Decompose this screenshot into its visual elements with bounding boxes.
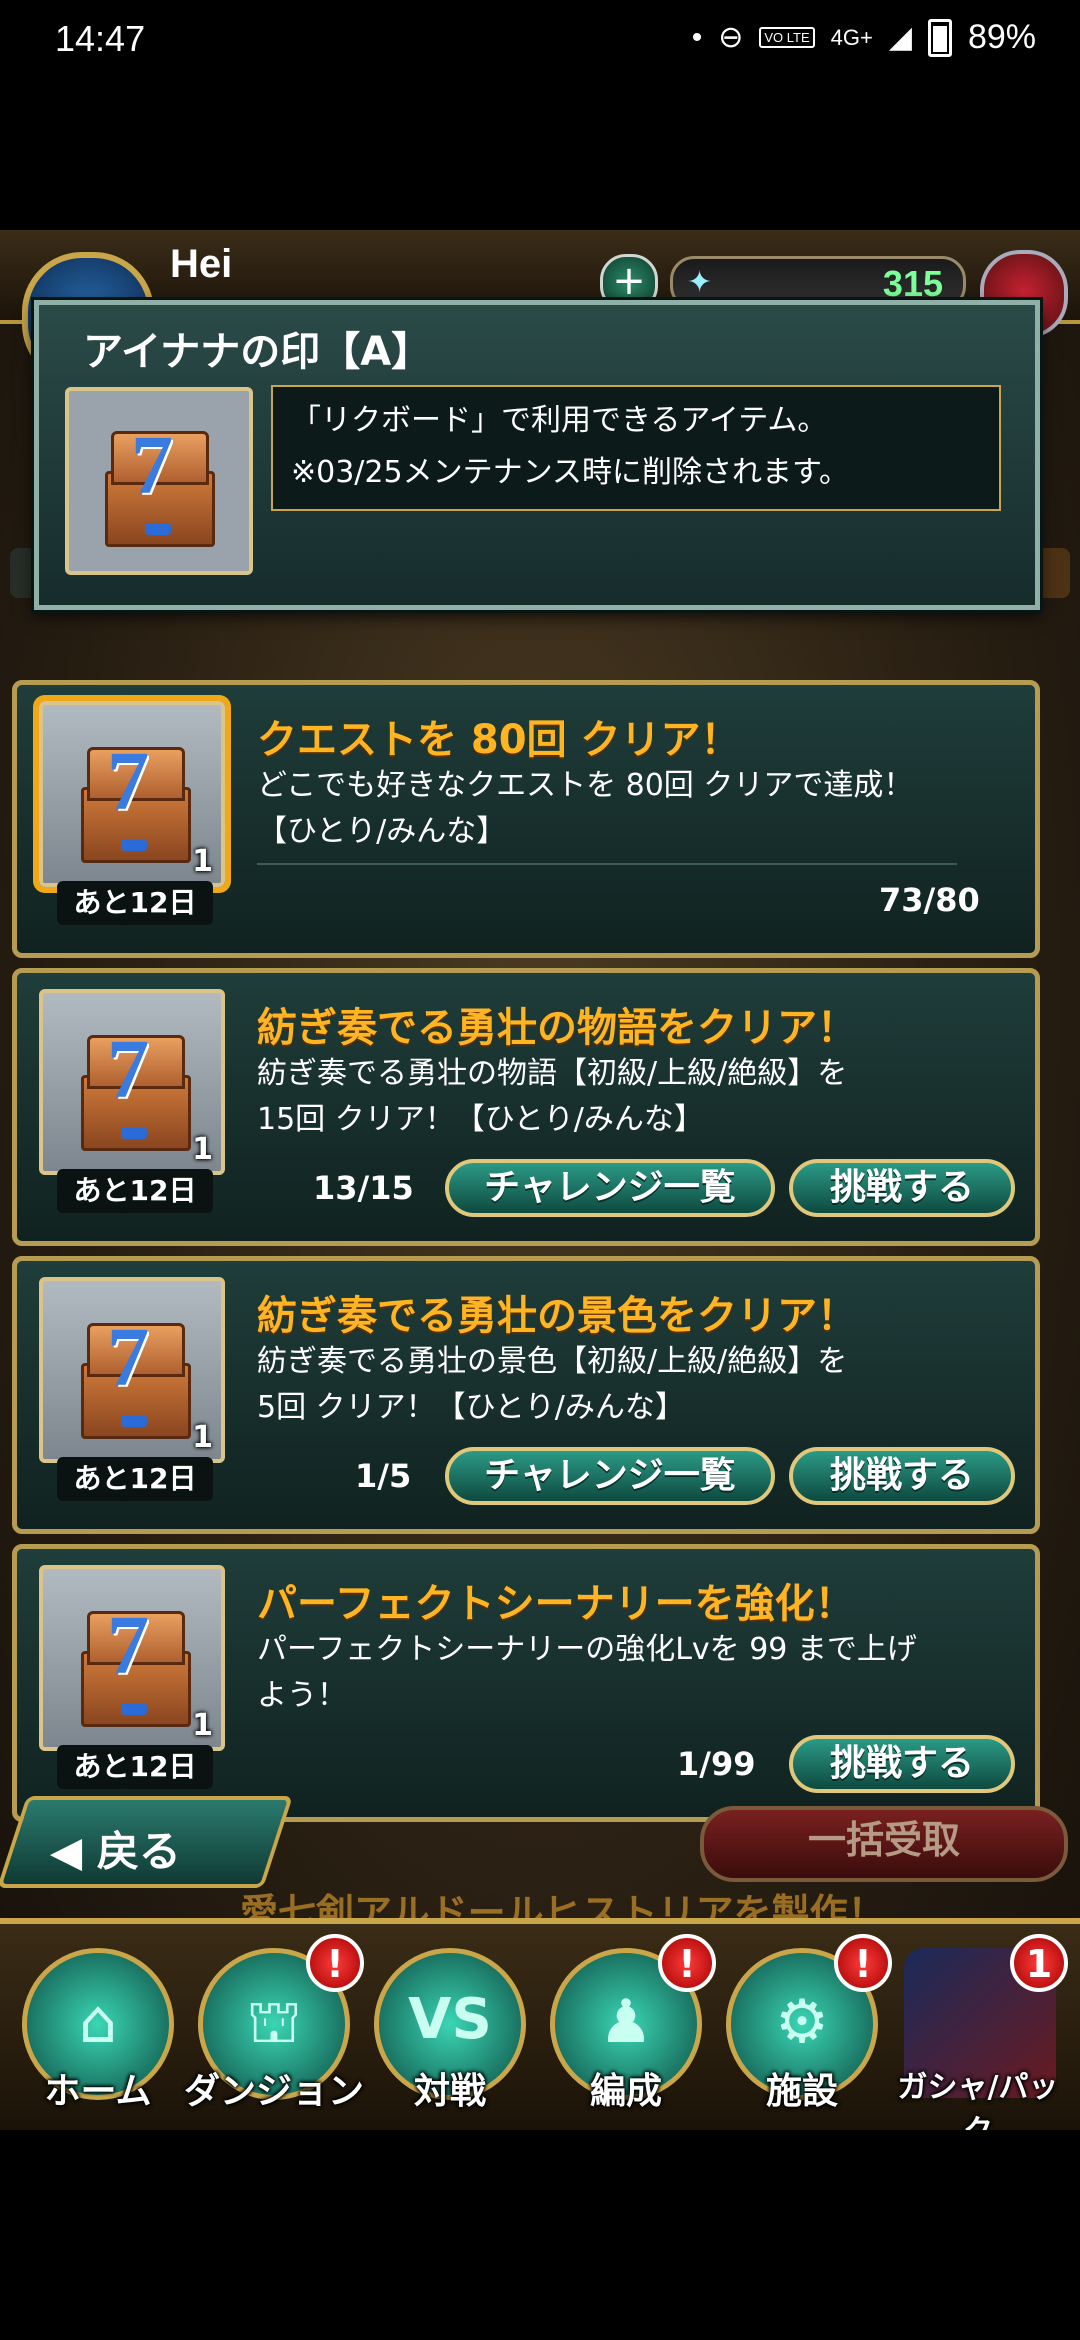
seven-chest-icon: 7	[105, 419, 215, 547]
battery-percent: 89%	[967, 18, 1036, 56]
days-remaining: あと12日	[57, 1169, 213, 1213]
mission-desc-line: 【ひとり/みんな】	[257, 814, 507, 849]
mission-progress: 1/99	[677, 1745, 756, 1783]
tooltip-desc-line: 「リクボード」で利用できるアイテム。	[291, 403, 828, 438]
item-tooltip: アイナナの印【A】 7 「リクボード」で利用できるアイテム。 ※03/25メンテ…	[34, 300, 1040, 610]
reward-item-icon[interactable]: 7 1	[39, 1565, 225, 1751]
player-name: Hei	[170, 242, 233, 286]
nav-home-label: ホーム	[44, 2071, 152, 2112]
network-type-icon: 4G+	[830, 24, 873, 50]
notification-dot-icon: •	[691, 20, 703, 54]
mission-card: 7 1 あと12日 クエストを 80回 クリア！ どこでも好きなクエストを 80…	[12, 680, 1040, 958]
seven-chest-icon: 7	[81, 1023, 191, 1151]
nav-battle[interactable]: VS 対戦	[366, 1938, 534, 2128]
nav-battle-label: 対戦	[413, 2071, 486, 2112]
mission-progress: 73/80	[879, 881, 980, 919]
back-button[interactable]: ◀ 戻る	[0, 1796, 293, 1888]
status-bar: 14:47 • ⊖ VO LTE 4G+ ◢ 89%	[0, 0, 1080, 84]
mission-progress: 1/5	[355, 1457, 412, 1495]
reward-item-icon[interactable]: 7 1	[39, 1277, 225, 1463]
mission-card: 7 1 あと12日 パーフェクトシーナリーを強化！ パーフェクトシーナリーの強化…	[12, 1544, 1040, 1822]
tooltip-title: アイナナの印【A】	[83, 329, 432, 375]
attempt-button[interactable]: 挑戦する	[789, 1159, 1015, 1217]
tooltip-desc-line: ※03/25メンテナンス時に削除されます。	[291, 455, 849, 490]
reward-item-icon[interactable]: 7 1	[39, 989, 225, 1175]
mission-title: 紡ぎ奏でる勇壮の景色をクリア！	[257, 1293, 857, 1339]
attempt-button[interactable]: 挑戦する	[789, 1735, 1015, 1793]
gem-count: 315	[882, 263, 943, 304]
mission-desc-line: どこでも好きなクエストを 80回 クリアで達成！	[257, 768, 914, 803]
bottom-actions: 愛七剣アルドールヒストリアを製作！ ◀ 戻る 一括受取	[0, 1790, 1080, 1935]
bottom-navigation: ⌂ ホーム ⛫ ! ダンジョン VS 対戦 ♟ ! 編成 ⚙ ! 施設 1 ガシ…	[0, 1918, 1080, 2130]
mission-desc-line: 15回 クリア！【ひとり/みんな】	[257, 1102, 704, 1137]
days-remaining: あと12日	[57, 1457, 213, 1501]
status-time: 14:47	[55, 18, 146, 59]
nav-facility[interactable]: ⚙ ! 施設	[718, 1934, 892, 2128]
seven-chest-icon: 7	[81, 1311, 191, 1439]
nav-facility-label: 施設	[765, 2071, 838, 2112]
mission-card: 7 1 あと12日 紡ぎ奏でる勇壮の景色をクリア！ 紡ぎ奏でる勇壮の景色【初級/…	[12, 1256, 1040, 1534]
nav-formation-label: 編成	[589, 2071, 662, 2112]
gem-icon: ✦	[687, 265, 713, 300]
alert-badge: !	[306, 1934, 364, 1992]
reward-item-icon[interactable]: 7 1	[39, 701, 225, 887]
nav-formation[interactable]: ♟ ! 編成	[542, 1934, 716, 2128]
mission-desc-line: 紡ぎ奏でる勇壮の物語【初級/上級/絶級】を	[257, 1056, 848, 1091]
mission-desc-line: 紡ぎ奏でる勇壮の景色【初級/上級/絶級】を	[257, 1344, 848, 1379]
attempt-button[interactable]: 挑戦する	[789, 1447, 1015, 1505]
game-screen: Hei + ✦ 315 Rank 7 1 あと12日 クエストを 80回 クリア…	[0, 230, 1080, 2130]
volte-icon: VO LTE	[759, 27, 815, 48]
bulk-receive-button[interactable]: 一括受取	[700, 1806, 1068, 1882]
back-button-label: 戻る	[96, 1827, 181, 1876]
mission-desc-line: パーフェクトシーナリーの強化Lvを 99 まで上げ	[257, 1632, 917, 1667]
do-not-disturb-icon: ⊖	[718, 21, 744, 54]
count-badge: 1	[1010, 1934, 1068, 1992]
alert-badge: !	[834, 1934, 892, 1992]
nav-home[interactable]: ⌂ ホーム	[14, 1938, 182, 2128]
mission-title: 紡ぎ奏でる勇壮の物語をクリア！	[257, 1005, 857, 1051]
mission-title: クエストを 80回 クリア！	[257, 717, 741, 763]
status-icons: • ⊖ VO LTE 4G+ ◢ 89%	[692, 18, 1036, 57]
mission-description: パーフェクトシーナリーの強化Lvを 99 まで上げ よう！	[257, 1627, 1017, 1719]
mission-desc-line: よう！	[257, 1678, 347, 1713]
reward-count: 1	[192, 1132, 213, 1167]
tooltip-description: 「リクボード」で利用できるアイテム。 ※03/25メンテナンス時に削除されます。	[271, 385, 1001, 511]
nav-dungeon[interactable]: ⛫ ! ダンジョン	[184, 1934, 364, 2128]
mission-description: 紡ぎ奏でる勇壮の景色【初級/上級/絶級】を 5回 クリア！【ひとり/みんな】	[257, 1339, 1017, 1431]
days-remaining: あと12日	[57, 1745, 213, 1789]
challenge-list-button[interactable]: チャレンジ一覧	[445, 1159, 775, 1217]
mission-desc-line: 5回 クリア！【ひとり/みんな】	[257, 1390, 685, 1425]
mission-description: どこでも好きなクエストを 80回 クリアで達成！ 【ひとり/みんな】	[257, 763, 1017, 855]
tooltip-item-icon: 7	[65, 387, 253, 575]
reward-count: 1	[192, 1420, 213, 1455]
signal-icon: ◢	[888, 21, 912, 54]
mission-description: 紡ぎ奏でる勇壮の物語【初級/上級/絶級】を 15回 クリア！【ひとり/みんな】	[257, 1051, 1017, 1143]
nav-gacha[interactable]: 1 ガシャ/パック	[894, 1934, 1068, 2130]
nav-dungeon-label: ダンジョン	[183, 2071, 364, 2112]
mission-title: パーフェクトシーナリーを強化！	[257, 1581, 855, 1627]
battery-icon	[927, 18, 952, 57]
seven-chest-icon: 7	[81, 735, 191, 863]
challenge-list-button[interactable]: チャレンジ一覧	[445, 1447, 775, 1505]
reward-count: 1	[192, 844, 213, 879]
mission-card: 7 1 あと12日 紡ぎ奏でる勇壮の物語をクリア！ 紡ぎ奏でる勇壮の物語【初級/…	[12, 968, 1040, 1246]
days-remaining: あと12日	[57, 881, 213, 925]
back-button-content: ◀ 戻る	[50, 1818, 181, 1879]
seven-chest-icon: 7	[81, 1599, 191, 1727]
mission-progress: 13/15	[313, 1169, 414, 1207]
alert-badge: !	[658, 1934, 716, 1992]
nav-gacha-label: ガシャ/パック	[897, 2070, 1059, 2130]
back-arrow-icon: ◀	[49, 1827, 83, 1876]
divider	[257, 863, 957, 865]
reward-count: 1	[192, 1708, 213, 1743]
